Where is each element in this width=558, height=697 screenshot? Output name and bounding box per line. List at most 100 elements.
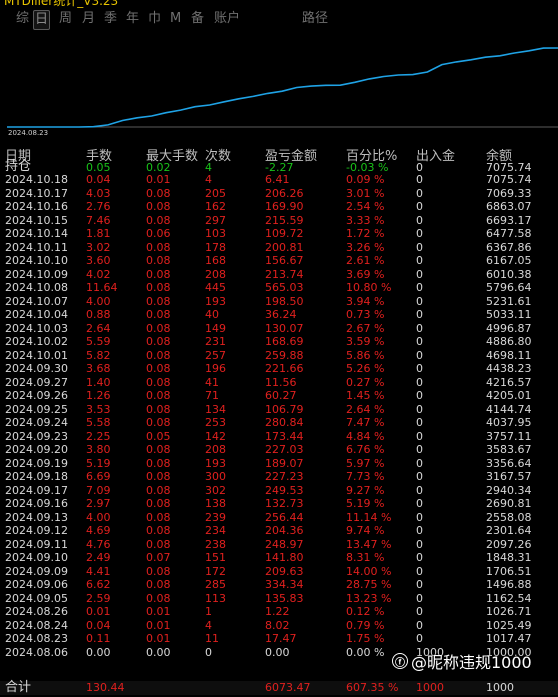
- row-count: 253: [205, 416, 226, 429]
- row-date: 2024.09.17: [5, 483, 68, 497]
- row-max-lots: 0.08: [146, 416, 171, 429]
- table-row: 2024.10.03 2.64 0.08 149 130.07 2.67 % 0 4996.8…: [0, 321, 558, 335]
- row-date: 2024.09.24: [5, 416, 68, 429]
- row-lots: 3.80: [86, 443, 111, 456]
- tab-summary[interactable]: 综: [15, 10, 30, 28]
- row-lots: 5.59: [86, 335, 111, 348]
- row-pnl: 200.81: [265, 240, 304, 254]
- row-lots: 4.69: [86, 524, 111, 537]
- table-row: 2024.10.01 5.82 0.08 257 259.88 5.86 % 0 4698.1…: [0, 348, 558, 362]
- row-lots: 0.00: [86, 645, 111, 659]
- row-pnl: 132.73: [265, 497, 304, 510]
- row-max-lots: 0.08: [146, 375, 171, 389]
- row-max-lots: 0.01: [146, 173, 171, 186]
- row-max-lots: 0.08: [146, 200, 171, 213]
- tab-weekly[interactable]: 周: [58, 10, 73, 28]
- row-percent: 2.67 %: [346, 321, 385, 335]
- row-balance: 4698.11: [486, 348, 532, 362]
- row-lots: 11.64: [86, 281, 118, 294]
- row-deposit: 0: [416, 335, 423, 348]
- tab-path[interactable]: 路径: [301, 10, 329, 28]
- tab-monthly[interactable]: 月: [81, 10, 96, 28]
- total-deposit: 1000: [416, 681, 444, 694]
- window-title-bar: MTDiller统计_V3.23: [0, 0, 558, 8]
- row-balance: 7075.74: [486, 173, 532, 186]
- row-percent: 5.97 %: [346, 456, 385, 470]
- tab-symbol[interactable]: 巾: [147, 10, 162, 28]
- row-lots: 0.04: [86, 618, 111, 632]
- row-pnl: 213.74: [265, 267, 304, 281]
- row-max-lots: 0.01: [146, 632, 171, 645]
- tab-account[interactable]: 账户: [213, 10, 241, 28]
- row-date: 2024.10.17: [5, 186, 68, 200]
- row-pnl: 1.22: [265, 605, 290, 618]
- tab-magic[interactable]: M: [169, 10, 182, 28]
- tab-quarterly[interactable]: 季: [103, 10, 118, 28]
- row-count: 1: [205, 605, 212, 618]
- row-percent: 0.09 %: [346, 173, 385, 186]
- row-deposit: 0: [416, 375, 423, 389]
- row-pnl: 130.07: [265, 321, 304, 335]
- window-title: MTDiller统计_V3.23: [4, 0, 119, 8]
- chart-start-date: 2024.08.23: [8, 129, 49, 137]
- row-count: 231: [205, 335, 226, 348]
- row-balance: 4996.87: [486, 321, 532, 335]
- row-lots: 4.00: [86, 294, 111, 308]
- row-max-lots: 0.08: [146, 578, 171, 591]
- row-deposit: 0: [416, 483, 423, 497]
- row-date: 2024.10.09: [5, 267, 68, 281]
- table-row: 2024.09.25 3.53 0.08 134 106.79 2.64 % 0 4144.7…: [0, 402, 558, 416]
- balance-curve: [7, 47, 558, 128]
- row-pnl: 109.72: [265, 227, 304, 240]
- row-balance: 4037.95: [486, 416, 532, 429]
- row-deposit: 0: [416, 537, 423, 551]
- row-pnl: 173.44: [265, 429, 304, 443]
- row-date: 2024.09.06: [5, 578, 68, 591]
- table-row: 2024.08.24 0.04 0.01 4 8.02 0.79 % 0 1025.49: [0, 618, 558, 632]
- table-row: 2024.09.27 1.40 0.08 41 11.56 0.27 % 0 4216.57: [0, 375, 558, 389]
- row-pnl: 248.97: [265, 537, 304, 551]
- tab-daily[interactable]: 日: [33, 10, 51, 30]
- row-max-lots: 0.08: [146, 213, 171, 227]
- row-lots: 2.59: [86, 591, 111, 605]
- row-count: 285: [205, 578, 226, 591]
- row-percent: 5.86 %: [346, 348, 385, 362]
- row-balance: 2301.64: [486, 524, 532, 537]
- total-pnl: 6073.47: [265, 681, 311, 694]
- row-percent: 9.27 %: [346, 483, 385, 497]
- row-date: 2024.09.27: [5, 375, 68, 389]
- row-date: 2024.08.26: [5, 605, 68, 618]
- row-date: 2024.10.14: [5, 227, 68, 240]
- row-balance: 3356.64: [486, 456, 532, 470]
- row-pnl: 106.79: [265, 402, 304, 416]
- row-balance: 6367.86: [486, 240, 532, 254]
- row-deposit: 0: [416, 281, 423, 294]
- row-lots: 5.19: [86, 456, 111, 470]
- row-balance: 4144.74: [486, 402, 532, 416]
- row-max-lots: 0.08: [146, 267, 171, 281]
- row-pnl: 209.63: [265, 564, 304, 578]
- row-date: 2024.09.23: [5, 429, 68, 443]
- row-date: 2024.08.24: [5, 618, 68, 632]
- row-date: 2024.09.25: [5, 402, 68, 416]
- row-deposit: 0: [416, 200, 423, 213]
- table-row: 2024.08.23 0.11 0.01 11 17.47 1.75 % 0 1017.47: [0, 633, 558, 645]
- tab-yearly[interactable]: 年: [125, 10, 140, 28]
- row-max-lots: 0.08: [146, 186, 171, 200]
- row-date: 2024.10.11: [5, 240, 68, 254]
- table-row: 2024.10.16 2.76 0.08 162 169.90 2.54 % 0 6863.0…: [0, 201, 558, 213]
- row-percent: 4.84 %: [346, 429, 385, 443]
- row-percent: 3.59 %: [346, 335, 385, 348]
- row-date: 2024.10.08: [5, 281, 68, 294]
- tab-notes[interactable]: 备: [190, 10, 205, 28]
- row-max-lots: 0.08: [146, 591, 171, 605]
- row-percent: 11.14 %: [346, 510, 392, 524]
- row-max-lots: 0.08: [146, 281, 171, 294]
- row-balance: 1706.51: [486, 564, 532, 578]
- row-max-lots: 0.08: [146, 348, 171, 362]
- row-lots: 2.49: [86, 551, 111, 564]
- row-percent: 3.01 %: [346, 186, 385, 200]
- row-balance: 4216.57: [486, 375, 532, 389]
- row-percent: 3.69 %: [346, 267, 385, 281]
- row-max-lots: 0.08: [146, 321, 171, 335]
